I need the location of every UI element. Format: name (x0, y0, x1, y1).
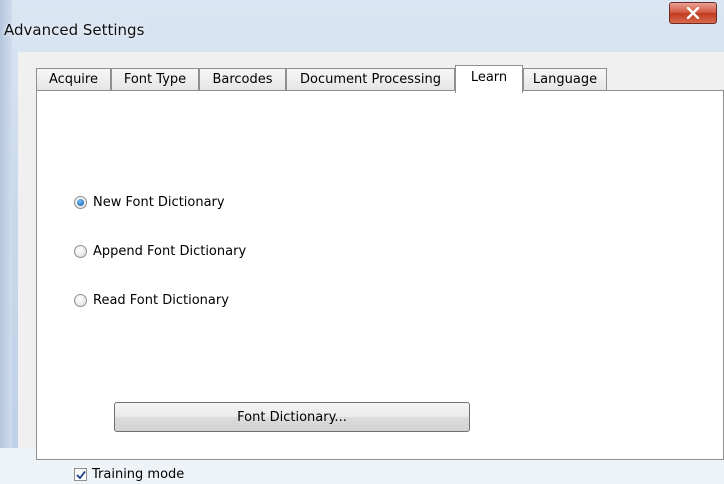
tab-document-processing[interactable]: Document Processing (286, 68, 455, 91)
radio-label: Append Font Dictionary (93, 243, 247, 259)
radio-label: New Font Dictionary (93, 194, 225, 210)
radio-button[interactable] (74, 293, 87, 307)
training-mode-checkbox-row[interactable]: Training mode (74, 464, 184, 484)
training-mode-label: Training mode (92, 466, 185, 482)
radio-button-selected[interactable] (74, 195, 87, 209)
tab-barcodes[interactable]: Barcodes (199, 68, 286, 91)
close-icon (686, 7, 700, 19)
radio-label: Read Font Dictionary (93, 292, 229, 308)
tab-font-type[interactable]: Font Type (111, 68, 199, 91)
checkmark-icon (76, 470, 86, 479)
radio-read-font-dictionary[interactable]: Read Font Dictionary (74, 290, 229, 310)
training-mode-checkbox[interactable] (74, 467, 87, 481)
dialog-client-area: Acquire Font Type Barcodes Document Proc… (18, 52, 724, 482)
tab-acquire[interactable]: Acquire (36, 68, 111, 91)
radio-button[interactable] (74, 244, 87, 258)
window-title: Advanced Settings (4, 21, 145, 39)
tab-learn[interactable]: Learn (455, 65, 523, 93)
tab-strip: Acquire Font Type Barcodes Document Proc… (36, 65, 636, 93)
close-button[interactable] (669, 2, 717, 24)
learn-tab-panel: New Font Dictionary Append Font Dictiona… (36, 90, 724, 482)
title-bar[interactable]: Advanced Settings (0, 0, 724, 52)
window-left-border (0, 0, 12, 448)
radio-append-font-dictionary[interactable]: Append Font Dictionary (74, 241, 246, 261)
advanced-settings-window: Advanced Settings Acquire Font Type Barc… (0, 0, 724, 482)
tab-language[interactable]: Language (523, 68, 607, 91)
font-dictionary-button[interactable]: Font Dictionary... (114, 402, 470, 432)
radio-new-font-dictionary[interactable]: New Font Dictionary (74, 192, 225, 212)
